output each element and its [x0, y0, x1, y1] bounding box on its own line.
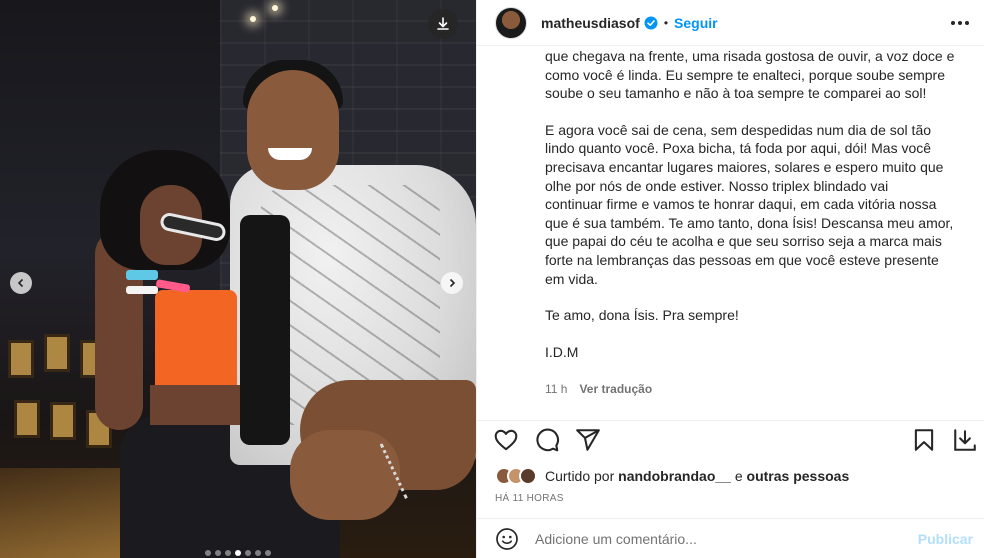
avatar[interactable] [495, 6, 527, 39]
publish-button[interactable]: Publicar [918, 531, 973, 547]
wristband [126, 270, 158, 280]
caption-line: E agora você sai de cena, sem despedidas… [545, 121, 932, 138]
caption-paragraph: Te amo, dona Ísis. Pra sempre! [545, 307, 739, 324]
chevron-right-icon [449, 278, 456, 288]
liked-by-conjunction: e [734, 468, 743, 484]
post-timestamp: HÁ 11 HORAS [495, 493, 564, 504]
wristband [126, 286, 158, 294]
liked-by-user[interactable]: nandobrandao__ [618, 468, 731, 484]
follow-button[interactable]: Seguir [674, 15, 718, 31]
more-options-button[interactable] [949, 13, 971, 33]
carousel-dot [215, 550, 221, 556]
more-options-icon [951, 21, 969, 25]
separator-dot: • [663, 15, 669, 30]
bookmark-icon[interactable] [911, 427, 937, 453]
woman-belly [150, 385, 240, 425]
liker-avatar[interactable] [519, 467, 537, 485]
heart-icon[interactable] [493, 427, 519, 453]
share-icon[interactable] [575, 427, 601, 453]
download-icon [437, 17, 449, 30]
action-bar [477, 420, 984, 456]
woman-top [155, 290, 237, 390]
caption-line: lindo quanto você. Poxa bicha, tá foda p… [545, 140, 932, 157]
post-caption: que chegava na frente, uma risada gostos… [545, 47, 971, 407]
caption-line: olhe por nós de onde estiver. Nosso trip… [545, 177, 889, 194]
post-photo[interactable] [0, 0, 476, 558]
carousel-indicator [205, 550, 271, 556]
comment-input[interactable] [535, 530, 905, 547]
carousel-dot [205, 550, 211, 556]
liked-by-prefix: Curtido por [545, 468, 615, 484]
comment-icon[interactable] [534, 427, 560, 453]
caption-line: continuar firme e vamos te honrar daqui,… [545, 196, 937, 213]
username[interactable]: matheusdiasof [541, 15, 640, 31]
caption-meta: 11 h Ver tradução [545, 382, 652, 396]
emoji-icon[interactable] [495, 527, 519, 551]
verified-badge-icon [644, 16, 658, 29]
caption-paragraph: que chegava na frente, uma risada gostos… [545, 47, 971, 103]
caption-line: que chegava na frente, uma risada gostos… [545, 48, 955, 64]
caption-line: como você é linda. Eu sempre te enalteci… [545, 66, 946, 83]
caption-line: que é sua também. Te amo tanto, dona Ísi… [545, 214, 954, 231]
caption-line: que papai do céu te acolha e que seu sor… [545, 233, 942, 250]
post-header: matheusdiasof • Seguir [477, 0, 984, 46]
carousel-dot [245, 550, 251, 556]
liked-by-others[interactable]: outras pessoas [747, 468, 850, 484]
caption-line: soube o seu tamanho e não à toa sempre t… [545, 85, 927, 102]
comment-bar: Publicar [477, 518, 984, 558]
man-smile [268, 148, 312, 160]
man-head [247, 70, 339, 190]
ceiling-light [250, 16, 256, 22]
man-undershirt [240, 215, 290, 445]
carousel-dot [235, 550, 241, 556]
carousel-dot [265, 550, 271, 556]
carousel-prev-button[interactable] [10, 272, 32, 294]
download-button[interactable] [428, 9, 458, 39]
liked-by: Curtido por nandobrandao__ e outras pess… [495, 467, 849, 485]
see-translation-link[interactable]: Ver tradução [579, 382, 652, 396]
caption-signature: I.D.M [545, 343, 579, 360]
caption-paragraph: E agora você sai de cena, sem despedidas… [545, 121, 971, 288]
caption-line: precisava encantar lugares maiores, sola… [545, 158, 944, 175]
carousel-next-button[interactable] [441, 272, 463, 294]
ceiling-light [272, 5, 278, 11]
post-age: 11 h [545, 382, 568, 396]
chevron-left-icon [17, 278, 24, 288]
liked-by-text: Curtido por nandobrandao__ e outras pess… [545, 468, 849, 484]
carousel-dot [225, 550, 231, 556]
save-download-icon[interactable] [952, 427, 978, 453]
carousel-dot [255, 550, 261, 556]
post-details-panel: matheusdiasof • Seguir que chegava na fr… [476, 0, 984, 558]
caption-line: forte na lembranças das pessoas em que v… [545, 251, 939, 268]
caption-line: em vida. [545, 270, 598, 287]
